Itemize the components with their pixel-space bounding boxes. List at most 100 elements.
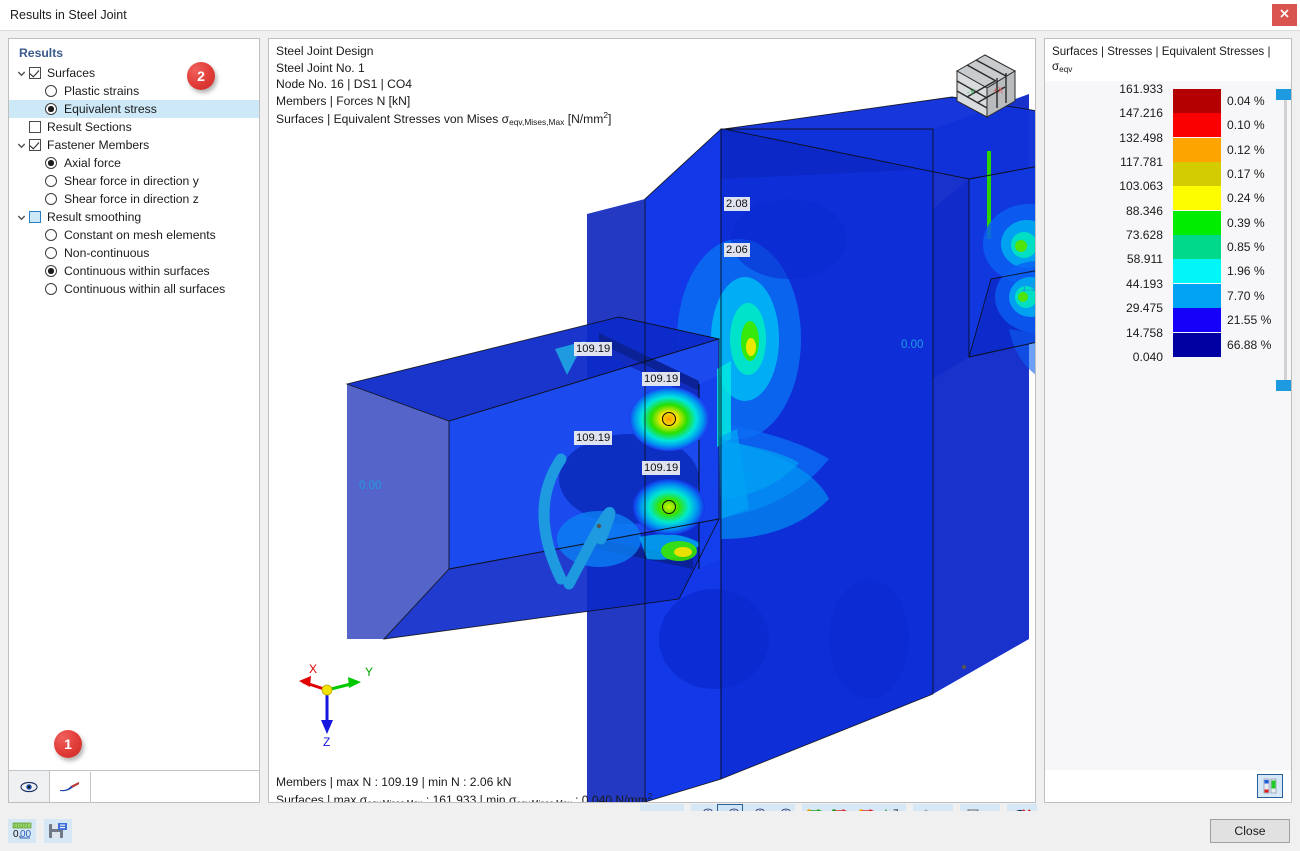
svg-text:-Y: -Y (967, 88, 976, 97)
window-title: Results in Steel Joint (10, 8, 127, 22)
tree-radio[interactable] (45, 103, 57, 115)
dialog-bottom-bar: 0, 00 Close (0, 811, 1300, 851)
legend-color-band (1173, 211, 1221, 235)
dialog-content: Results SurfacesPlastic strainsEquivalen… (0, 31, 1300, 811)
svg-text:+X: +X (993, 86, 1004, 95)
tree-item-label: Fastener Members (47, 136, 149, 154)
save-results-button[interactable] (44, 819, 72, 843)
legend-body: 161.933147.216132.498117.781103.06388.34… (1045, 81, 1291, 770)
tree-radio[interactable] (45, 283, 57, 295)
footer-l2-c: : 0.040 N/mm (572, 793, 648, 803)
tree-checkbox[interactable] (29, 139, 41, 151)
legend-color-band (1173, 113, 1221, 137)
tree-item-equivalent-stress[interactable]: Equivalent stress (9, 100, 259, 118)
viewport-header-line-1: Steel Joint Design (276, 44, 373, 58)
legend-color-band (1173, 186, 1221, 210)
tree-radio[interactable] (45, 265, 57, 277)
chevron-down-icon (17, 213, 26, 222)
legend-value: 147.216 (1119, 106, 1163, 120)
tree-item-result-smoothing[interactable]: Result smoothing (9, 208, 259, 226)
axis-triad-icon: X Y Z (285, 662, 385, 747)
tree-item-result-sections[interactable]: Result Sections (9, 118, 259, 136)
footer-l2-b: : 161.933 | min σ (423, 793, 517, 803)
3d-viewport[interactable]: Steel Joint DesignSteel Joint No. 1Node … (268, 38, 1036, 803)
tree-item-label: Continuous within all surfaces (64, 280, 225, 298)
legend-percent: 0.10 % (1227, 118, 1265, 132)
view-cube[interactable]: -Y +X (945, 47, 1025, 125)
legend-value: 14.758 (1126, 326, 1163, 340)
results-tree-panel: Results SurfacesPlastic strainsEquivalen… (8, 38, 260, 803)
legend-range-slider[interactable] (1279, 89, 1292, 389)
tree-item-plastic-strains[interactable]: Plastic strains (9, 82, 259, 100)
member-force-label: 109.19 (642, 461, 680, 475)
tree-radio[interactable] (45, 85, 57, 97)
tree-expand-chevron[interactable] (13, 136, 29, 154)
color-scale-settings-button[interactable] (1257, 774, 1283, 798)
legend-value: 58.911 (1127, 252, 1163, 266)
legend-color-band (1173, 138, 1221, 162)
legend-footer (1045, 770, 1291, 802)
tree-item-surfaces[interactable]: Surfaces (9, 64, 259, 82)
tree-radio[interactable] (45, 247, 57, 259)
member-force-label: 109.19 (642, 372, 680, 386)
tree-expand-chevron[interactable] (13, 208, 29, 226)
legend-value: 132.498 (1119, 131, 1163, 145)
tree-item-continuous-within-all-surfaces[interactable]: Continuous within all surfaces (9, 280, 259, 298)
legend-value: 29.475 (1126, 301, 1163, 315)
save-results-icon (48, 822, 68, 840)
tree-item-non-continuous[interactable]: Non-continuous (9, 244, 259, 262)
coordinate-axis-indicator: X Y Z (285, 662, 385, 747)
footer-l2-sup: 2 (648, 791, 653, 801)
results-diagram-icon (59, 781, 81, 793)
tree-checkbox[interactable] (29, 67, 41, 79)
legend-slider-thumb-bottom[interactable] (1276, 380, 1292, 391)
tree-checkbox[interactable] (29, 211, 41, 223)
load-value-label: 0.00 (901, 339, 923, 351)
callout-badge-2: 2 (187, 62, 215, 90)
tab-results-diagram[interactable] (50, 771, 91, 802)
tree-radio[interactable] (45, 175, 57, 187)
tree-header: Results (9, 46, 259, 64)
color-scale-settings-icon (1261, 778, 1279, 794)
legend-color-band (1173, 308, 1221, 332)
tree-item-fastener-members[interactable]: Fastener Members (9, 136, 259, 154)
tree-item-shear-force-in-direction-z[interactable]: Shear force in direction z (9, 190, 259, 208)
tree-radio[interactable] (45, 229, 57, 241)
legend-value: 88.346 (1126, 204, 1163, 218)
h5-unit: [N/mm (564, 112, 603, 126)
legend-value: 73.628 (1126, 228, 1163, 242)
legend-slider-thumb-top[interactable] (1276, 89, 1292, 100)
tree-radio[interactable] (45, 193, 57, 205)
legend-percent: 1.96 % (1227, 264, 1265, 278)
tree-radio[interactable] (45, 157, 57, 169)
tree-item-shear-force-in-direction-y[interactable]: Shear force in direction y (9, 172, 259, 190)
tree-item-label: Constant on mesh elements (64, 226, 216, 244)
tree-item-constant-on-mesh-elements[interactable]: Constant on mesh elements (9, 226, 259, 244)
legend-color-band (1173, 333, 1221, 357)
legend-percent: 7.70 % (1227, 289, 1265, 303)
tree-item-label: Plastic strains (64, 82, 139, 100)
tree-expand-chevron[interactable] (13, 64, 29, 82)
legend-title-prefix: Surfaces | Stresses | Equivalent Stresse… (1052, 45, 1270, 73)
legend-color-band (1173, 89, 1221, 113)
callout-badge-1: 1 (54, 730, 82, 758)
axis-label-z: Z (323, 735, 330, 747)
member-force-label: 2.08 (724, 197, 750, 211)
tab-visibility[interactable] (9, 771, 50, 802)
tree-item-label: Shear force in direction z (64, 190, 199, 208)
decimal-places-button[interactable]: 0, 00 (8, 819, 36, 843)
legend-value: 0.040 (1133, 350, 1163, 364)
close-x-icon (1280, 9, 1289, 18)
window-close-button[interactable] (1272, 4, 1297, 26)
viewport-footer-line-1: Members | max N : 109.19 | min N : 2.06 … (276, 775, 511, 789)
tree-item-continuous-within-surfaces[interactable]: Continuous within surfaces (9, 262, 259, 280)
legend-title-sub: eqv (1059, 65, 1072, 74)
load-value-label: 1.5 (1021, 282, 1036, 294)
dialog-results-in-steel-joint: Results in Steel Joint Results SurfacesP… (0, 0, 1300, 851)
tree-item-label: Shear force in direction y (64, 172, 199, 190)
tree-item-axial-force[interactable]: Axial force (9, 154, 259, 172)
tree-checkbox[interactable] (29, 121, 41, 133)
legend-percent: 0.12 % (1227, 143, 1265, 157)
view-cube-icon: -Y +X (945, 47, 1025, 125)
close-button[interactable]: Close (1210, 819, 1290, 843)
